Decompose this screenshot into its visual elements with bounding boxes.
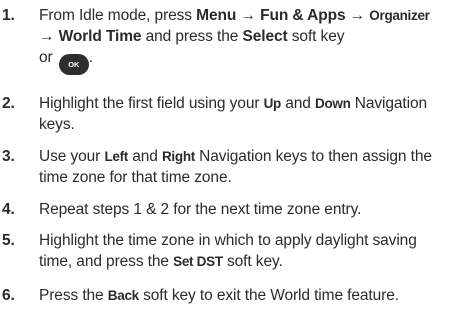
back-key-label: Back xyxy=(107,288,139,303)
step-number: 1. xyxy=(2,7,15,24)
step-6: 6. Press the Back soft key to exit the W… xyxy=(0,285,466,306)
step-2: 2. Highlight the first field using your … xyxy=(0,93,466,135)
left-key-label: Left xyxy=(104,149,128,164)
up-key-label: Up xyxy=(263,96,282,111)
step-text: Repeat steps 1 & 2 for the next time zon… xyxy=(39,201,362,218)
step-4: 4. Repeat steps 1 & 2 for the next time … xyxy=(0,199,466,220)
right-key-label: Right xyxy=(161,149,195,164)
world-time-label: World Time xyxy=(58,28,142,45)
step-5: 5. Highlight the time zone in which to a… xyxy=(0,230,466,272)
fun-apps-label: Fun & Apps xyxy=(260,7,346,24)
step-number: 6. xyxy=(2,287,15,304)
step-3: 3. Use your Left and Right Navigation ke… xyxy=(0,146,466,188)
set-dst-key-label: Set DST xyxy=(173,254,223,269)
menu-key-label: Menu xyxy=(196,7,237,24)
step-1: 1. From Idle mode, press Menu → Fun & Ap… xyxy=(0,5,466,75)
step-number: 3. xyxy=(2,148,15,165)
step-text: From Idle mode, press Menu → Fun & Apps … xyxy=(39,5,466,75)
down-key-label: Down xyxy=(315,96,351,111)
step-number: 5. xyxy=(2,232,15,249)
step-text: Highlight the first field using your Up … xyxy=(39,95,427,133)
step-number: 2. xyxy=(2,95,15,112)
step-text: Press the Back soft key to exit the Worl… xyxy=(39,287,399,304)
step-text: Highlight the time zone in which to appl… xyxy=(39,232,417,270)
organizer-label: Organizer xyxy=(369,8,430,23)
step-number: 4. xyxy=(2,201,15,218)
ok-key-icon: OK xyxy=(58,54,89,75)
step-text: Use your Left and Right Navigation keys … xyxy=(39,148,432,186)
select-key-label: Select xyxy=(242,28,288,45)
